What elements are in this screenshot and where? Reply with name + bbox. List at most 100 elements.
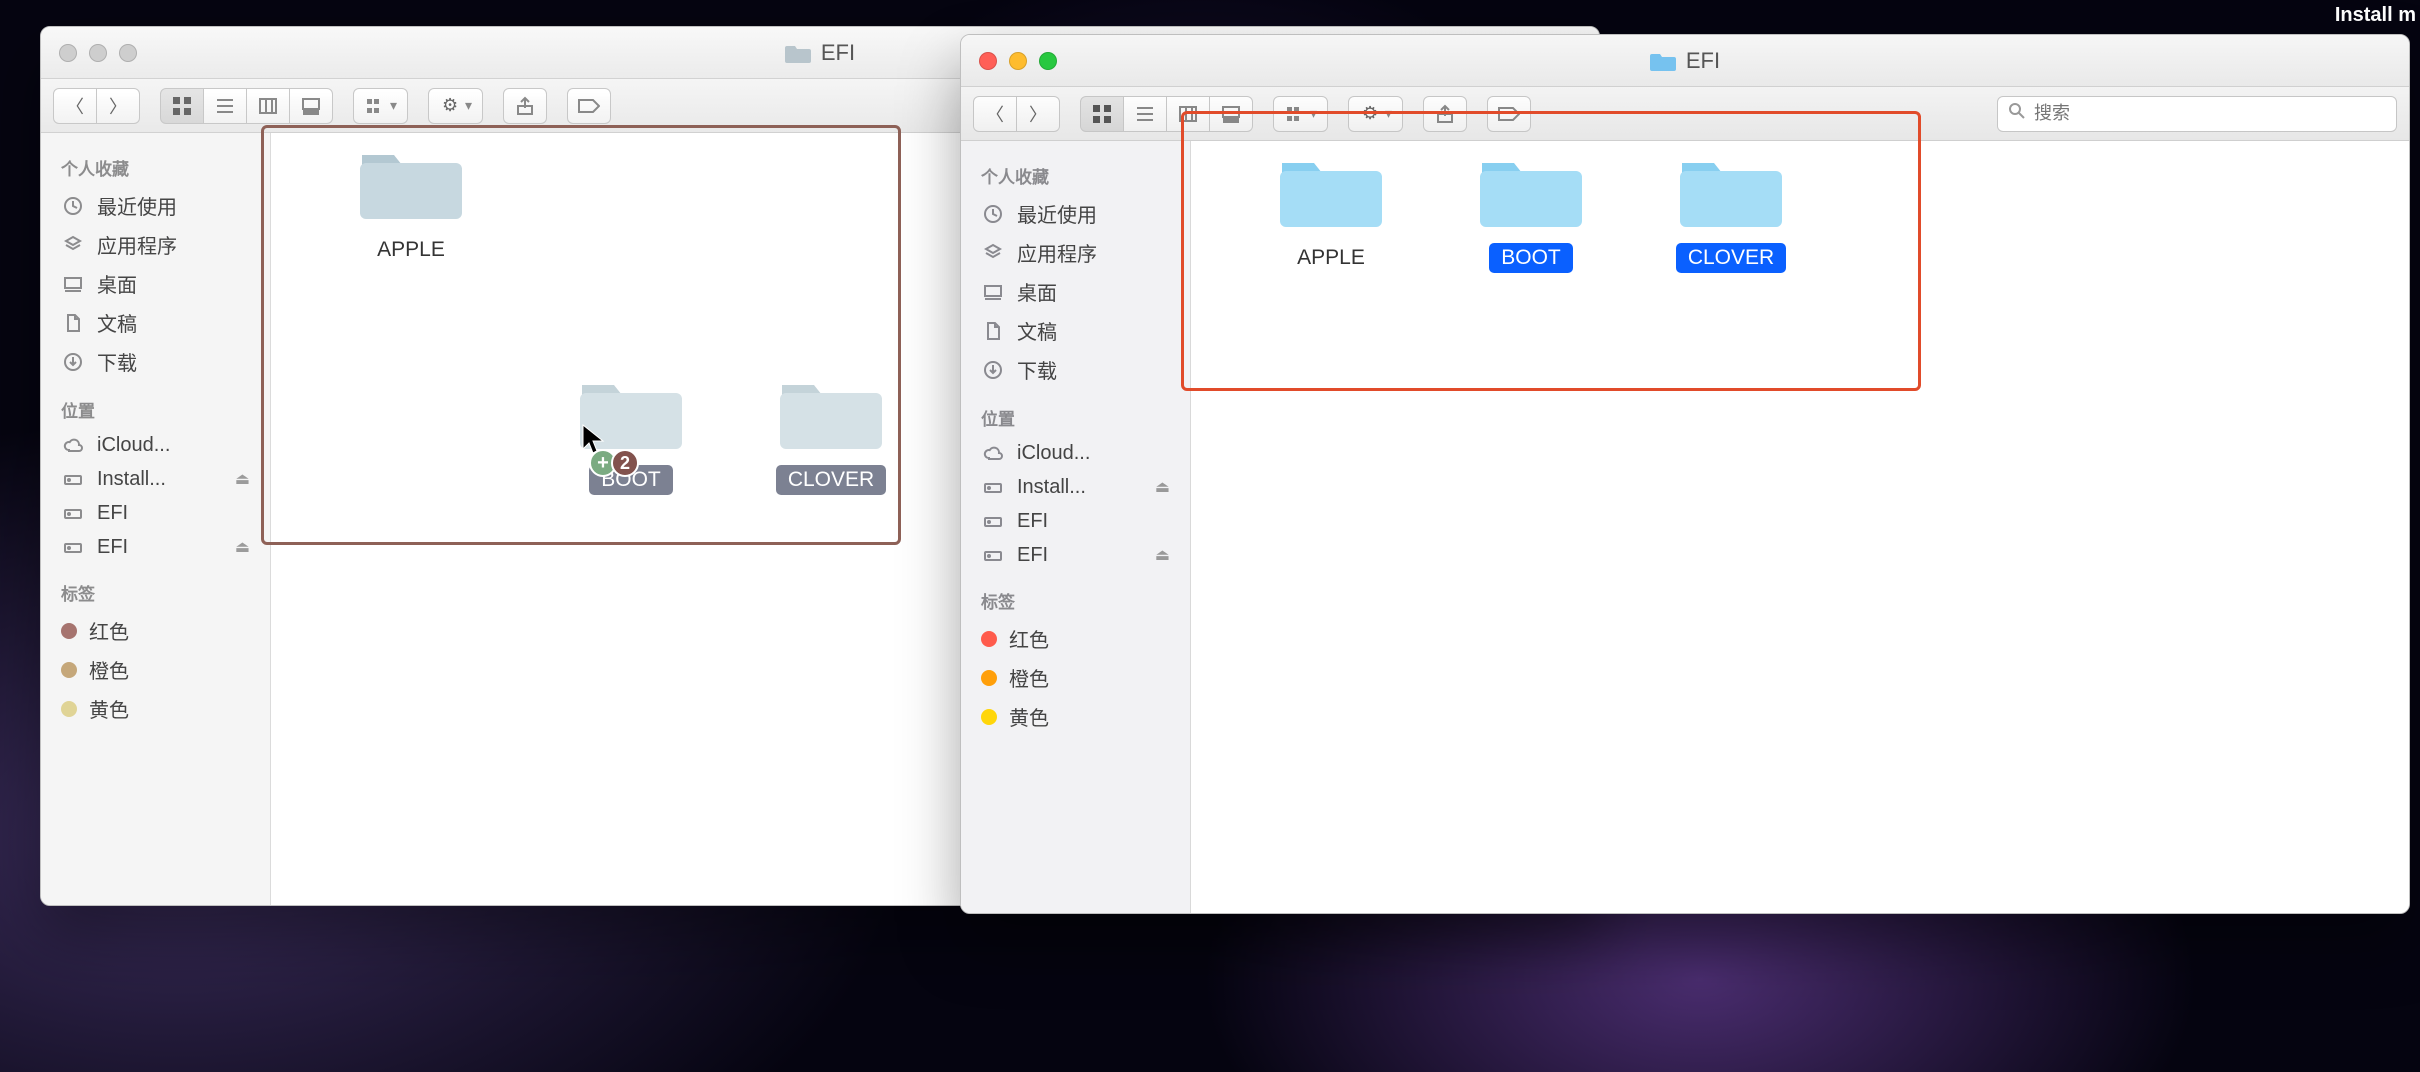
chevron-down-icon: ▾ (1385, 105, 1392, 122)
columns-icon (1177, 103, 1199, 125)
folder-boot[interactable]: BOOT (1451, 151, 1611, 273)
sidebar-item[interactable]: Install...⏏ (41, 462, 270, 496)
group-by-button[interactable]: ▾ (1273, 96, 1328, 132)
clock-icon (61, 194, 85, 218)
folder-label: APPLE (365, 235, 457, 265)
sidebar-item[interactable]: 桌面 (41, 264, 270, 303)
zoom-button[interactable] (1039, 52, 1057, 70)
sidebar-item[interactable]: 红色 (41, 611, 270, 650)
finder-window-active[interactable]: EFI 〈 〉 ▾ ⚙︎▾ 个人收藏 最近使用应用程序桌面文稿下载 (960, 34, 2410, 914)
sidebar-item[interactable]: 下载 (41, 342, 270, 381)
close-button[interactable] (979, 52, 997, 70)
tag-color-dot (981, 631, 997, 647)
sidebar: 个人收藏 最近使用应用程序桌面文稿下载 位置 iCloud...Install.… (41, 133, 271, 905)
list-icon (214, 95, 236, 117)
titlebar[interactable]: EFI (961, 35, 2409, 87)
eject-icon[interactable]: ⏏ (235, 469, 250, 489)
sidebar-item[interactable]: EFI (961, 504, 1190, 538)
search-input[interactable] (2034, 103, 2386, 124)
tags-button[interactable] (1487, 96, 1531, 132)
share-button[interactable] (1423, 96, 1467, 132)
group-icon (364, 95, 386, 117)
eject-icon[interactable]: ⏏ (235, 537, 250, 557)
sidebar-item[interactable]: EFI⏏ (961, 538, 1190, 572)
icon-view-button[interactable] (1080, 96, 1124, 132)
sidebar-item[interactable]: 桌面 (961, 272, 1190, 311)
sidebar-item[interactable]: 下载 (961, 350, 1190, 389)
action-button[interactable]: ⚙︎▾ (428, 88, 483, 124)
sidebar-item[interactable]: 橙色 (961, 658, 1190, 697)
zoom-button[interactable] (119, 44, 137, 62)
sidebar: 个人收藏 最近使用应用程序桌面文稿下载 位置 iCloud...Install.… (961, 141, 1191, 913)
gallery-view-button[interactable] (1210, 96, 1253, 132)
sidebar-item[interactable]: 文稿 (41, 303, 270, 342)
list-view-button[interactable] (204, 88, 247, 124)
icon-view-button[interactable] (160, 88, 204, 124)
doc-icon (61, 311, 85, 335)
sidebar-item-label: 应用程序 (1017, 238, 1097, 267)
sidebar-header-tags: 标签 (41, 580, 270, 611)
share-button[interactable] (503, 88, 547, 124)
back-button[interactable]: 〈 (973, 96, 1017, 132)
sidebar-item[interactable]: 黄色 (41, 689, 270, 728)
sidebar-item-label: EFI (1017, 510, 1048, 533)
tag-color-dot (61, 662, 77, 678)
folder-label: BOOT (1489, 243, 1573, 273)
sidebar-item[interactable]: 橙色 (41, 650, 270, 689)
nav-buttons: 〈 〉 (53, 88, 140, 124)
folder-clover-drag[interactable]: CLOVER (751, 373, 911, 495)
columns-icon (257, 95, 279, 117)
action-button[interactable]: ⚙︎▾ (1348, 96, 1403, 132)
sidebar-item[interactable]: 应用程序 (961, 233, 1190, 272)
sidebar-item[interactable]: 红色 (961, 619, 1190, 658)
sidebar-item[interactable]: 文稿 (961, 311, 1190, 350)
eject-icon[interactable]: ⏏ (1155, 545, 1170, 565)
tag-color-dot (981, 670, 997, 686)
sidebar-item[interactable]: iCloud... (961, 436, 1190, 470)
sidebar-item[interactable]: 最近使用 (961, 194, 1190, 233)
sidebar-item-label: 桌面 (97, 269, 137, 298)
column-view-button[interactable] (247, 88, 290, 124)
sidebar-header-favorites: 个人收藏 (961, 163, 1190, 194)
folder-apple[interactable]: APPLE (1251, 151, 1411, 273)
list-view-button[interactable] (1124, 96, 1167, 132)
group-by-button[interactable]: ▾ (353, 88, 408, 124)
gallery-view-button[interactable] (290, 88, 333, 124)
sidebar-item[interactable]: Install...⏏ (961, 470, 1190, 504)
file-browser-content[interactable]: APPLE BOOT CLOVER (1191, 141, 2409, 913)
forward-button[interactable]: 〉 (97, 88, 140, 124)
sidebar-header-favorites: 个人收藏 (41, 155, 270, 186)
sidebar-header-tags: 标签 (961, 588, 1190, 619)
forward-button[interactable]: 〉 (1017, 96, 1060, 132)
close-button[interactable] (59, 44, 77, 62)
clock-icon (981, 202, 1005, 226)
search-field[interactable] (1997, 96, 2397, 132)
sidebar-item[interactable]: iCloud... (41, 428, 270, 462)
back-button[interactable]: 〈 (53, 88, 97, 124)
sidebar-item[interactable]: EFI⏏ (41, 530, 270, 564)
chevron-down-icon: ▾ (465, 97, 472, 114)
folder-boot-drag[interactable]: BOOT (551, 373, 711, 495)
drive-icon (61, 535, 85, 559)
drive-icon (981, 543, 1005, 567)
eject-icon[interactable]: ⏏ (1155, 477, 1170, 497)
folder-icon (785, 42, 811, 64)
folder-icon (776, 373, 886, 453)
minimize-button[interactable] (1009, 52, 1027, 70)
minimize-button[interactable] (89, 44, 107, 62)
view-mode-group (1080, 96, 1253, 132)
sidebar-item-label: 红色 (89, 616, 129, 645)
sidebar-item[interactable]: 应用程序 (41, 225, 270, 264)
apps-icon (61, 233, 85, 257)
tags-button[interactable] (567, 88, 611, 124)
folder-clover[interactable]: CLOVER (1651, 151, 1811, 273)
menubar-right: Install m (2315, 0, 2420, 30)
folder-apple[interactable]: APPLE (331, 143, 491, 265)
sidebar-item-label: 橙色 (1009, 663, 1049, 692)
sidebar-item[interactable]: 黄色 (961, 697, 1190, 736)
column-view-button[interactable] (1167, 96, 1210, 132)
sidebar-item[interactable]: EFI (41, 496, 270, 530)
sidebar-header-locations: 位置 (41, 397, 270, 428)
tag-icon (578, 95, 600, 117)
sidebar-item[interactable]: 最近使用 (41, 186, 270, 225)
